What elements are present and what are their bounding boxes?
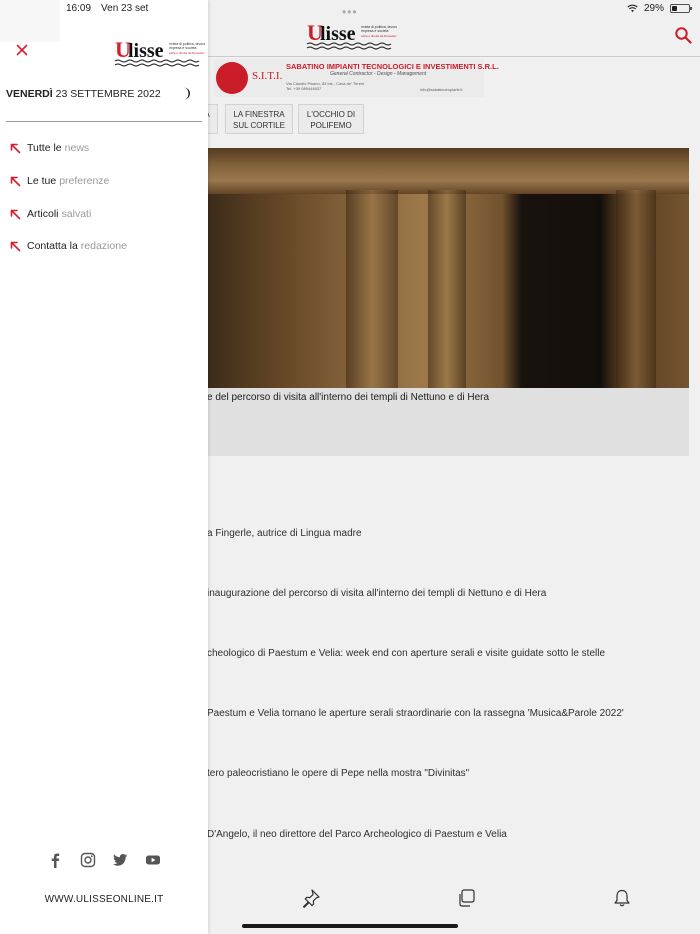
- facebook-icon[interactable]: [47, 852, 63, 868]
- category-tab-occhio[interactable]: L'OCCHIO DI POLIFEMO: [298, 104, 364, 134]
- side-drawer: 16:09 Ven 23 set U lisse rivista di polit…: [0, 0, 208, 934]
- drawer-divider: [6, 121, 202, 122]
- ad-banner[interactable]: S.I.T.I. SABATINO IMPIANTI TECNOLOGICI E…: [214, 59, 499, 97]
- temple-column: [346, 190, 398, 388]
- menu-item-salvati[interactable]: Articoli salvati: [9, 206, 91, 222]
- news-item[interactable]: Paestum e Velia tornano le aperture sera…: [207, 708, 624, 719]
- menu-item-light: preferenze: [59, 175, 110, 187]
- menu-item-strong: Le tue: [27, 175, 57, 187]
- drawer-ulisse-logo[interactable]: U lisse rivista di politica, lavoro impr…: [113, 36, 205, 70]
- site-url-link[interactable]: www.ulisseonline.it: [0, 894, 208, 905]
- category-label: LA FINESTRA SUL CORTILE: [232, 110, 285, 130]
- news-item[interactable]: inaugurazione del percorso di visita all…: [207, 588, 546, 599]
- battery-level: [672, 6, 677, 11]
- svg-text:impresa e società: impresa e società: [169, 46, 196, 50]
- status-bar-right: 29%: [627, 3, 692, 14]
- status-time: 16:09: [66, 3, 92, 14]
- home-indicator[interactable]: [242, 924, 458, 928]
- menu-item-strong: Articoli: [27, 208, 59, 220]
- svg-text:edita e diretta da Rossella So: edita e diretta da Rossella Sorella: [361, 34, 397, 38]
- svg-text:edita e diretta da Rossella So: edita e diretta da Rossella Sorella: [169, 51, 205, 55]
- news-item[interactable]: D'Angelo, il neo direttore del Parco Arc…: [207, 829, 507, 840]
- svg-text:impresa e società: impresa e società: [361, 29, 388, 33]
- menu-item-preferenze[interactable]: Le tue preferenze: [9, 173, 109, 189]
- arrow-up-left-icon: [10, 241, 21, 252]
- ulisse-logo[interactable]: U lisse rivista di politica, lavoro impr…: [305, 19, 397, 53]
- menu-item-light: salvati: [61, 208, 92, 220]
- hero-image[interactable]: [196, 148, 689, 388]
- close-icon[interactable]: [14, 42, 30, 58]
- menu-item-redazione[interactable]: Contatta la redazione: [9, 238, 127, 254]
- status-bar-left: 16:09 Ven 23 set: [66, 3, 158, 14]
- menu-item-news[interactable]: Tutte le news: [9, 140, 89, 156]
- news-item[interactable]: tero paleocristiano le opere di Pepe nel…: [207, 768, 469, 779]
- search-icon[interactable]: [674, 26, 692, 44]
- news-item[interactable]: a Fingerle, autrice di Lingua madre: [207, 528, 362, 539]
- current-date: Venerdì 23 settembre 2022: [6, 88, 161, 100]
- siti-logo-icon: [216, 62, 248, 94]
- category-tab-finestra[interactable]: LA FINESTRA SUL CORTILE: [225, 104, 293, 134]
- svg-text:lisse: lisse: [128, 40, 164, 62]
- hero-caption[interactable]: e del percorso di visita all'interno dei…: [207, 392, 489, 403]
- temple-column: [616, 190, 656, 388]
- menu-item-light: redazione: [80, 240, 127, 252]
- temple-column: [428, 190, 466, 388]
- bell-icon[interactable]: [612, 888, 632, 908]
- youtube-icon[interactable]: [145, 852, 161, 868]
- arrow-up-left-icon: [10, 209, 21, 220]
- banner-short-name: S.I.T.I.: [252, 70, 283, 82]
- pin-icon[interactable]: [301, 888, 321, 908]
- battery-icon: [670, 4, 692, 13]
- current-date-text: 23 settembre 2022: [55, 88, 161, 100]
- drawer-corner-shade: [0, 0, 60, 42]
- status-date: Ven 23 set: [101, 3, 149, 14]
- arrow-up-left-icon: [10, 176, 21, 187]
- current-weekday: Venerdì: [6, 88, 53, 100]
- logo-wordmark-tail: lisse: [320, 23, 356, 45]
- arrow-up-left-icon: [10, 143, 21, 154]
- menu-item-strong: Tutte le: [27, 142, 62, 154]
- menu-item-strong: Contatta la: [27, 240, 78, 252]
- battery-percent: 29%: [643, 3, 664, 14]
- temple-lintel: [196, 148, 689, 194]
- banner-email: info@sabatinoimpianti.it: [420, 87, 463, 92]
- twitter-icon[interactable]: [112, 852, 128, 868]
- dark-mode-moon-icon[interactable]: [180, 87, 191, 100]
- menu-item-light: news: [64, 142, 90, 154]
- banner-address: Via Claudio Pisano, 83 bis - Cava de' Ti…: [286, 81, 406, 91]
- wifi-icon: [627, 4, 638, 13]
- banner-phone: Tel. +39 089444637: [286, 86, 322, 91]
- copy-icon[interactable]: [456, 888, 476, 908]
- news-item[interactable]: cheologico di Paestum e Velia: week end …: [207, 648, 605, 659]
- category-label: L'OCCHIO DI POLIFEMO: [306, 110, 356, 130]
- instagram-icon[interactable]: [80, 852, 96, 868]
- banner-company: SABATINO IMPIANTI TECNOLOGICI E INVESTIM…: [286, 62, 499, 71]
- banner-tagline: General Contractor - Design - Management: [330, 71, 427, 77]
